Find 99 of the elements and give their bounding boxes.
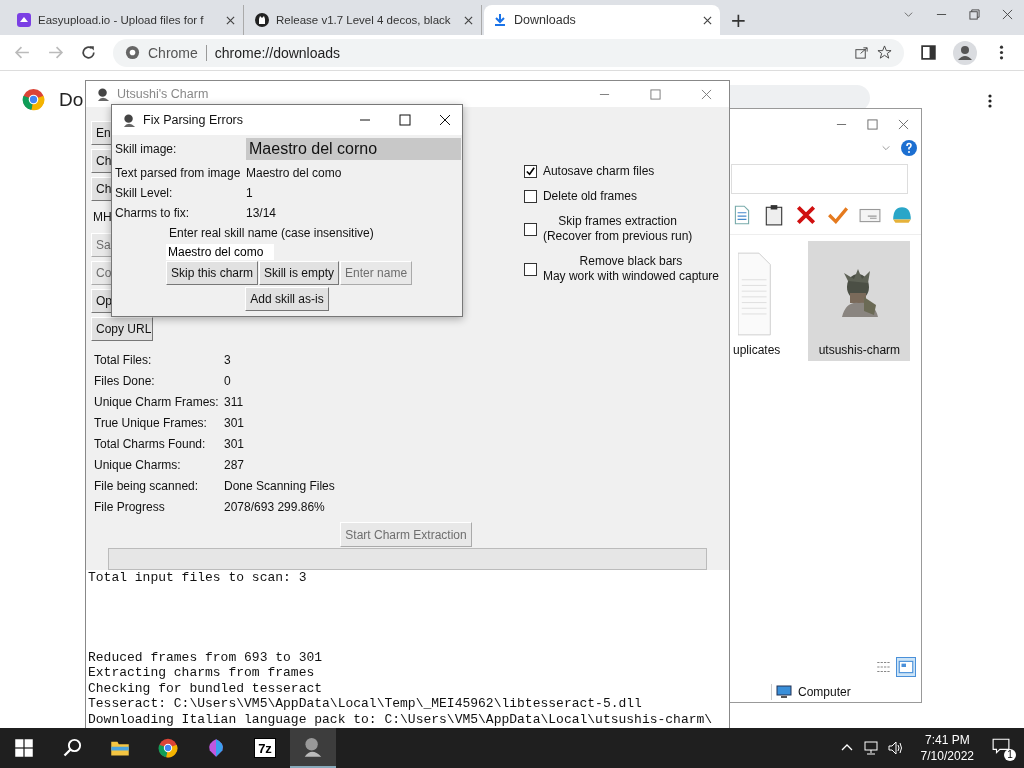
stat-value: Done Scanning Files bbox=[224, 479, 336, 493]
log-line: Tesseract: C:\Users\VM5\AppData\Local\Temp\_MEI45962\libtesseract-5.dll bbox=[88, 696, 643, 712]
start-icon[interactable] bbox=[14, 738, 34, 758]
star-icon[interactable] bbox=[877, 45, 892, 60]
browser-logo-icon bbox=[22, 88, 45, 111]
clock-time[interactable]: 7:41 PM bbox=[924, 732, 970, 748]
log-line: Downloading Italian language pack to: C:\Users\VM5\AppData\Local\utsushis-charm\ bbox=[88, 711, 714, 727]
page-heading: Do bbox=[59, 89, 84, 111]
checkmark-icon[interactable] bbox=[827, 204, 849, 226]
stat-label: Unique Charms: bbox=[94, 458, 182, 472]
new-tab-button[interactable]: + bbox=[722, 5, 755, 35]
taskbar-button[interactable] bbox=[290, 728, 336, 768]
skill-image: Maestro del corno bbox=[246, 138, 461, 160]
close-icon[interactable] bbox=[703, 15, 712, 25]
download-icon bbox=[492, 12, 508, 28]
browser-tab[interactable]: Downloads bbox=[484, 5, 720, 35]
dialog-title: Fix Parsing Errors bbox=[143, 113, 244, 127]
stat-value: 287 bbox=[224, 458, 246, 472]
input-field[interactable]: Maestro del como bbox=[166, 244, 274, 260]
field-value: 1 bbox=[246, 186, 254, 200]
stat-label: Total Files: bbox=[94, 353, 153, 367]
log-line: Reduced frames from 693 to 301 bbox=[88, 649, 324, 665]
cloud-icon bbox=[16, 12, 32, 28]
prompt-text: Enter real skill name (case insensitive) bbox=[169, 226, 374, 240]
address-field[interactable] bbox=[731, 164, 908, 194]
volume-icon[interactable] bbox=[886, 740, 903, 756]
close-icon[interactable] bbox=[464, 15, 473, 25]
checkbox[interactable] bbox=[523, 222, 537, 236]
file-name: utsushis-charm bbox=[818, 343, 901, 357]
archiver-icon[interactable]: 7z bbox=[254, 738, 276, 758]
side-panel-icon[interactable] bbox=[920, 44, 937, 61]
browser-logo-icon bbox=[125, 45, 140, 60]
status-text: Computer bbox=[798, 685, 851, 699]
stat-value: 301 bbox=[224, 416, 246, 430]
site-label: Chrome bbox=[148, 44, 198, 61]
delete-icon[interactable] bbox=[795, 204, 817, 226]
file-name: uplicates bbox=[733, 343, 781, 357]
stat-value: 3 bbox=[224, 353, 232, 367]
clock-date[interactable]: 7/10/2022 bbox=[920, 748, 974, 764]
paint-drop-icon[interactable] bbox=[206, 738, 226, 758]
option-label: Remove black bars May work with windowed capture bbox=[542, 254, 719, 284]
dialog-button[interactable]: Skill is empty bbox=[259, 261, 340, 285]
reload-icon[interactable] bbox=[80, 44, 97, 61]
stat-label: File Progress bbox=[94, 500, 166, 514]
message-icon[interactable] bbox=[992, 737, 1010, 755]
help-icon[interactable] bbox=[901, 140, 917, 156]
window-title: Utsushi's Charm bbox=[117, 87, 209, 101]
stat-label: File being scanned: bbox=[94, 479, 200, 493]
close-icon[interactable] bbox=[226, 15, 235, 25]
field-value: 13/14 bbox=[246, 206, 278, 220]
file-item[interactable]: uplicates bbox=[729, 247, 785, 361]
tiles-view-icon[interactable] bbox=[897, 658, 915, 676]
notification-count: 1 bbox=[1004, 749, 1016, 761]
dialog-button[interactable]: Skip this charm bbox=[166, 261, 259, 285]
file-item[interactable]: utsushis-charm bbox=[808, 241, 911, 361]
stat-label: True Unique Frames: bbox=[94, 416, 208, 430]
checkbox[interactable] bbox=[523, 190, 537, 203]
log-line: Total input files to scan: 3 bbox=[88, 570, 308, 586]
stat-value: 311 bbox=[224, 395, 245, 409]
profile-icon[interactable] bbox=[953, 40, 977, 65]
side-label: MH bbox=[92, 209, 112, 226]
computer-icon bbox=[776, 684, 792, 700]
share-icon[interactable] bbox=[854, 45, 869, 60]
figure-icon bbox=[302, 736, 324, 758]
option-label: Delete old frames bbox=[542, 189, 637, 204]
search-field[interactable] bbox=[730, 85, 870, 111]
url-text: chrome://downloads bbox=[214, 44, 341, 61]
stat-label: Unique Charm Frames: bbox=[94, 395, 220, 409]
network-icon[interactable] bbox=[862, 740, 879, 756]
restore-icon[interactable] bbox=[969, 9, 980, 20]
stat-label: Files Done: bbox=[94, 374, 156, 388]
stat-value: 2078/693 299.86% bbox=[224, 500, 326, 514]
side-button[interactable]: Copy URL bbox=[91, 317, 153, 341]
field-value: Maestro del como bbox=[246, 166, 343, 180]
stat-value: 0 bbox=[224, 374, 232, 388]
maximize-icon[interactable] bbox=[399, 114, 411, 126]
clipboard-icon[interactable] bbox=[763, 204, 785, 226]
search-icon[interactable] bbox=[62, 738, 82, 758]
option-label: Skip frames extraction (Recover from previous run) bbox=[542, 214, 693, 244]
tab-title: Release v1.7 Level 4 decos, black bbox=[276, 14, 452, 26]
field-label: Charms to fix: bbox=[115, 206, 190, 220]
log-line: Checking for bundled tesseract bbox=[88, 680, 324, 696]
figure-icon bbox=[122, 112, 137, 128]
browser-tab[interactable]: Release v1.7 Level 4 decos, black bbox=[246, 5, 482, 35]
checkbox[interactable] bbox=[523, 262, 537, 276]
tab-title: Easyupload.io - Upload files for f bbox=[38, 14, 205, 26]
log-line: Extracting charms from frames bbox=[88, 665, 316, 681]
option-label: Autosave charm files bbox=[542, 164, 655, 179]
stat-label: Total Charms Found: bbox=[94, 437, 207, 451]
browser-logo-icon[interactable] bbox=[158, 738, 178, 758]
browser-tab[interactable]: Easyupload.io - Upload files for f bbox=[8, 5, 244, 35]
close-icon[interactable] bbox=[439, 114, 451, 126]
address-bar[interactable]: Chrome chrome://downloads bbox=[113, 38, 904, 67]
stat-value: 301 bbox=[224, 437, 246, 451]
checkbox[interactable] bbox=[523, 165, 537, 178]
close-icon[interactable] bbox=[1002, 9, 1013, 20]
add-skill-button[interactable]: Add skill as-is bbox=[245, 287, 329, 311]
tab-title: Downloads bbox=[514, 13, 577, 27]
figure-icon bbox=[96, 86, 111, 102]
